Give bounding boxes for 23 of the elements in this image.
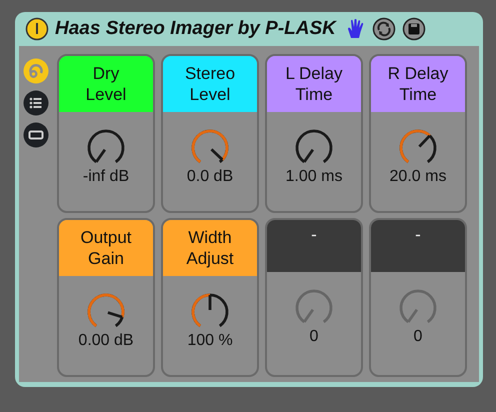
refresh-icon[interactable] — [372, 17, 396, 41]
parameter-label: Dry Level — [59, 56, 153, 112]
parameter-label: L Delay Time — [267, 56, 361, 112]
parameter-label: Output Gain — [59, 220, 153, 276]
parameter-label: Width Adjust — [163, 220, 257, 276]
panel-icon[interactable] — [23, 122, 49, 148]
parameter-label: - — [267, 220, 361, 272]
parameter-label: - — [371, 220, 465, 272]
parameter-value: 1.00 ms — [286, 168, 342, 186]
parameter-value: 0.00 dB — [78, 332, 134, 350]
save-icon[interactable] — [402, 17, 426, 41]
power-icon[interactable] — [25, 17, 49, 41]
parameter-value: 0 — [310, 328, 318, 346]
device-title: Haas Stereo Imager by P-LASK — [55, 18, 336, 40]
list-icon[interactable] — [23, 90, 49, 116]
parameter-value: 100 % — [187, 332, 233, 350]
hand-icon[interactable] — [346, 18, 366, 40]
parameter-value: -inf dB — [82, 168, 130, 186]
parameter-value: 20.0 ms — [390, 168, 446, 186]
parameter-label: R Delay Time — [371, 56, 465, 112]
parameter-value: 0 — [414, 328, 422, 346]
parameter-value: 0.0 dB — [186, 168, 234, 186]
parameter-label: Stereo Level — [163, 56, 257, 112]
